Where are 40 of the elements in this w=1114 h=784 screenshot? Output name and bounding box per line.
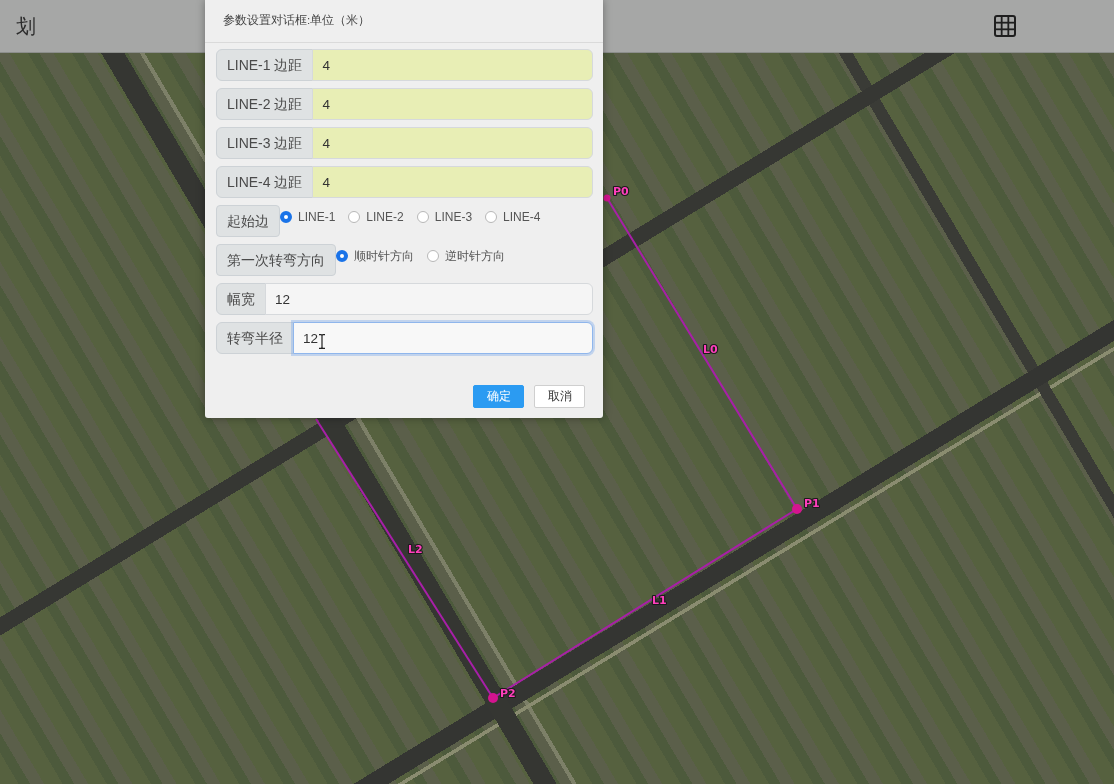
text-input[interactable]: 12: [293, 322, 593, 354]
text-input[interactable]: 4: [312, 127, 593, 159]
text-input[interactable]: 4: [312, 166, 593, 198]
radio-label[interactable]: 顺时针方向: [354, 247, 414, 265]
radio-label[interactable]: LINE-4: [503, 208, 541, 226]
radio-button[interactable]: [336, 250, 348, 262]
text-input[interactable]: 4: [312, 88, 593, 120]
field-label: LINE-4 边距: [216, 166, 314, 198]
radio-label[interactable]: LINE-2: [366, 208, 404, 226]
app-title: 划: [15, 16, 36, 36]
vertex-label: P1: [804, 497, 820, 510]
grid-icon[interactable]: [994, 15, 1016, 37]
radio-button[interactable]: [485, 211, 498, 223]
field-label: 幅宽: [216, 283, 266, 315]
radio-label[interactable]: 逆时针方向: [445, 247, 505, 265]
edge-label: L1: [652, 594, 667, 607]
vertex-label: P2: [500, 687, 516, 700]
text-cursor-icon: [318, 334, 326, 349]
vertex-marker-icon: [792, 504, 802, 514]
radio-button[interactable]: [348, 211, 361, 223]
field-label: LINE-1 边距: [216, 49, 314, 81]
vertex-marker-icon: [603, 194, 611, 202]
radio-label[interactable]: LINE-3: [434, 208, 473, 226]
radio-button[interactable]: [280, 211, 292, 223]
edge-label: L0: [703, 343, 718, 356]
group-label: 第一次转弯方向: [216, 244, 336, 276]
vertex-marker-icon: [488, 693, 498, 703]
field-label: LINE-2 边距: [216, 88, 314, 120]
field-label: LINE-3 边距: [216, 127, 314, 159]
radio-button[interactable]: [427, 250, 439, 262]
text-input[interactable]: 12: [265, 283, 593, 315]
vertex-label: P0: [613, 185, 629, 198]
edge-label: L2: [408, 543, 423, 556]
cancel-button[interactable]: 取消: [534, 385, 585, 408]
field-label: 转弯半径: [216, 322, 294, 354]
group-label: 起始边: [216, 205, 280, 237]
dialog-title: 参数设置对话框:单位（米）: [223, 13, 371, 29]
radio-label[interactable]: LINE-1: [298, 208, 336, 226]
text-input[interactable]: 4: [312, 49, 593, 81]
radio-button[interactable]: [416, 211, 429, 223]
